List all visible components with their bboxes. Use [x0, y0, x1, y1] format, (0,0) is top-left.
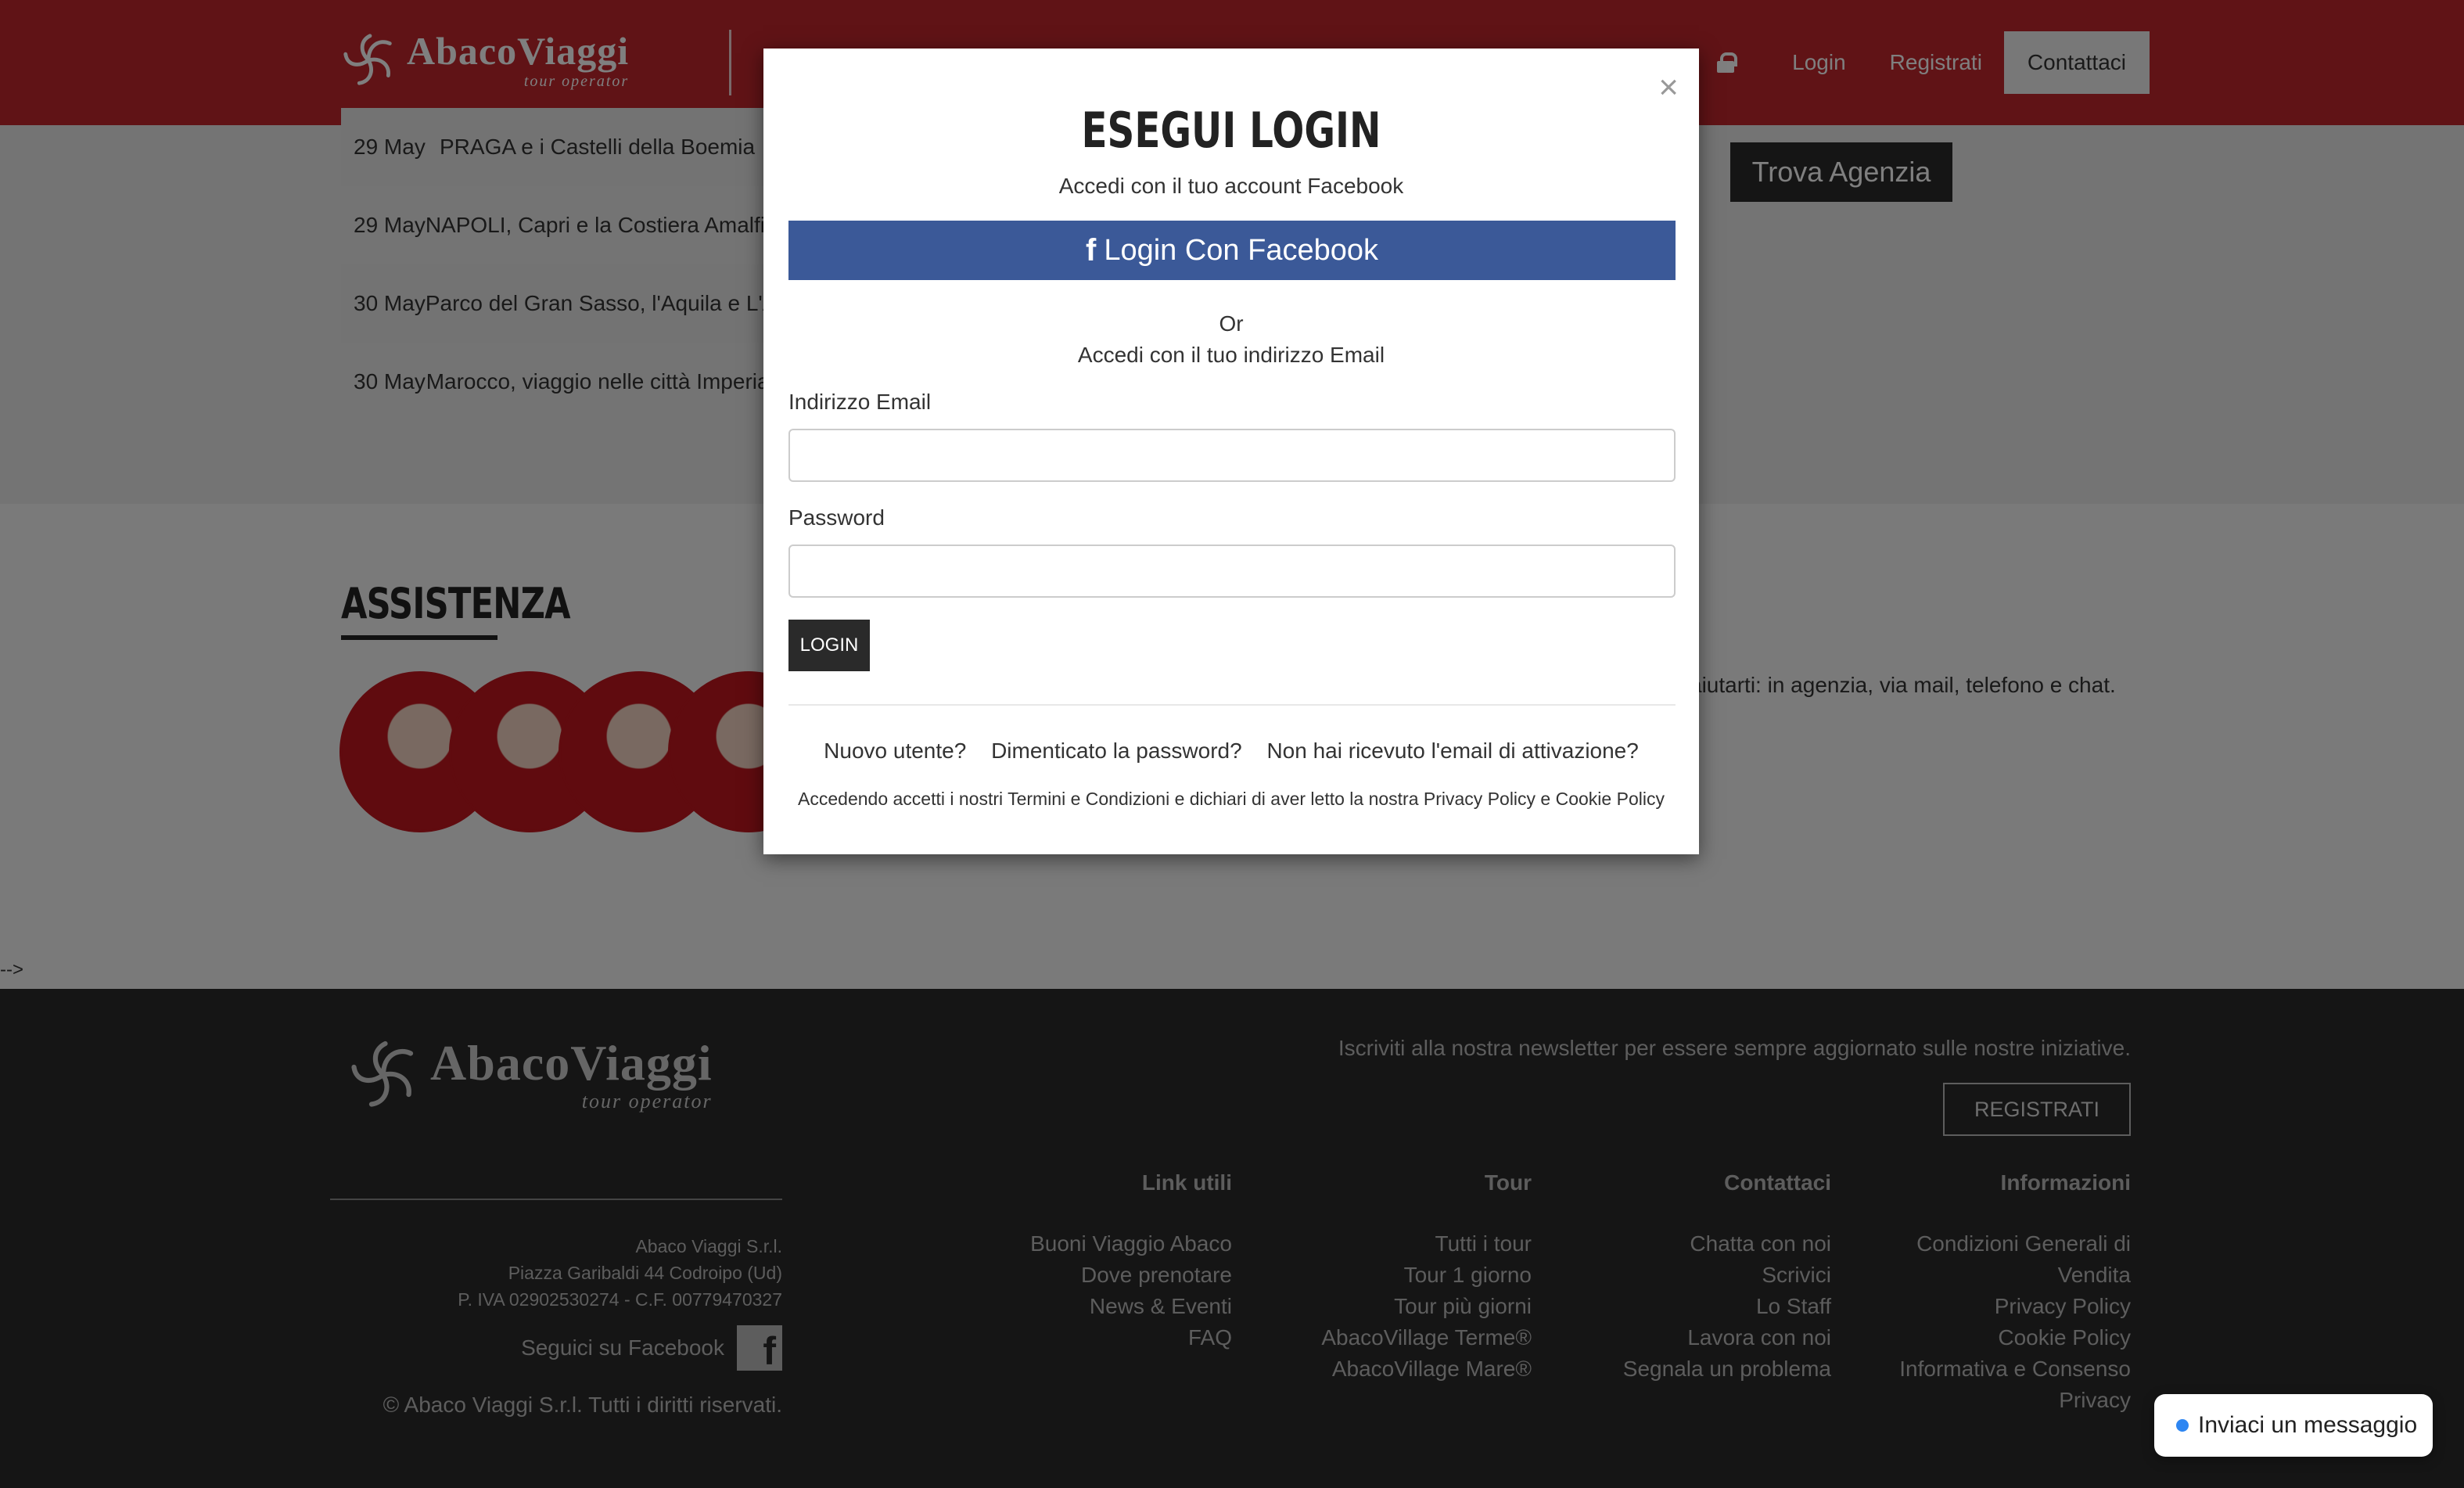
- password-label: Password: [788, 505, 885, 530]
- account-links: Nuovo utente? Dimenticato la password? N…: [763, 739, 1699, 764]
- email-field[interactable]: [788, 429, 1676, 482]
- facebook-login-button[interactable]: f Login Con Facebook: [788, 221, 1676, 280]
- page: AbacoViaggi tour operator Login Registra…: [0, 0, 2464, 1488]
- close-icon[interactable]: ×: [1658, 70, 1679, 105]
- terms-notice: Accedendo accetti i nostri Termini e Con…: [798, 789, 1665, 809]
- chat-widget-button[interactable]: Inviaci un messaggio: [2154, 1394, 2433, 1457]
- modal-divider: [788, 704, 1676, 706]
- facebook-login-label: Login Con Facebook: [1104, 233, 1378, 267]
- facebook-login-subtitle: Accedi con il tuo account Facebook: [1058, 174, 1404, 198]
- forgot-password-link[interactable]: Dimenticato la password?: [991, 739, 1242, 763]
- password-field[interactable]: [788, 545, 1676, 598]
- login-submit-button[interactable]: LOGIN: [788, 620, 870, 671]
- email-login-subtitle: Accedi con il tuo indirizzo Email: [1077, 343, 1385, 367]
- online-status-icon: [2176, 1419, 2189, 1432]
- or-separator: Or: [1219, 311, 1244, 336]
- new-user-link[interactable]: Nuovo utente?: [824, 739, 966, 763]
- modal-title: ESEGUI LOGIN: [1081, 102, 1381, 159]
- resend-activation-link[interactable]: Non hai ricevuto l'email di attivazione?: [1266, 739, 1638, 763]
- chat-widget-label: Inviaci un messaggio: [2198, 1412, 2418, 1438]
- login-modal: × ESEGUI LOGIN Accedi con il tuo account…: [763, 49, 1699, 854]
- facebook-icon: f: [1085, 232, 1097, 268]
- email-label: Indirizzo Email: [788, 390, 932, 414]
